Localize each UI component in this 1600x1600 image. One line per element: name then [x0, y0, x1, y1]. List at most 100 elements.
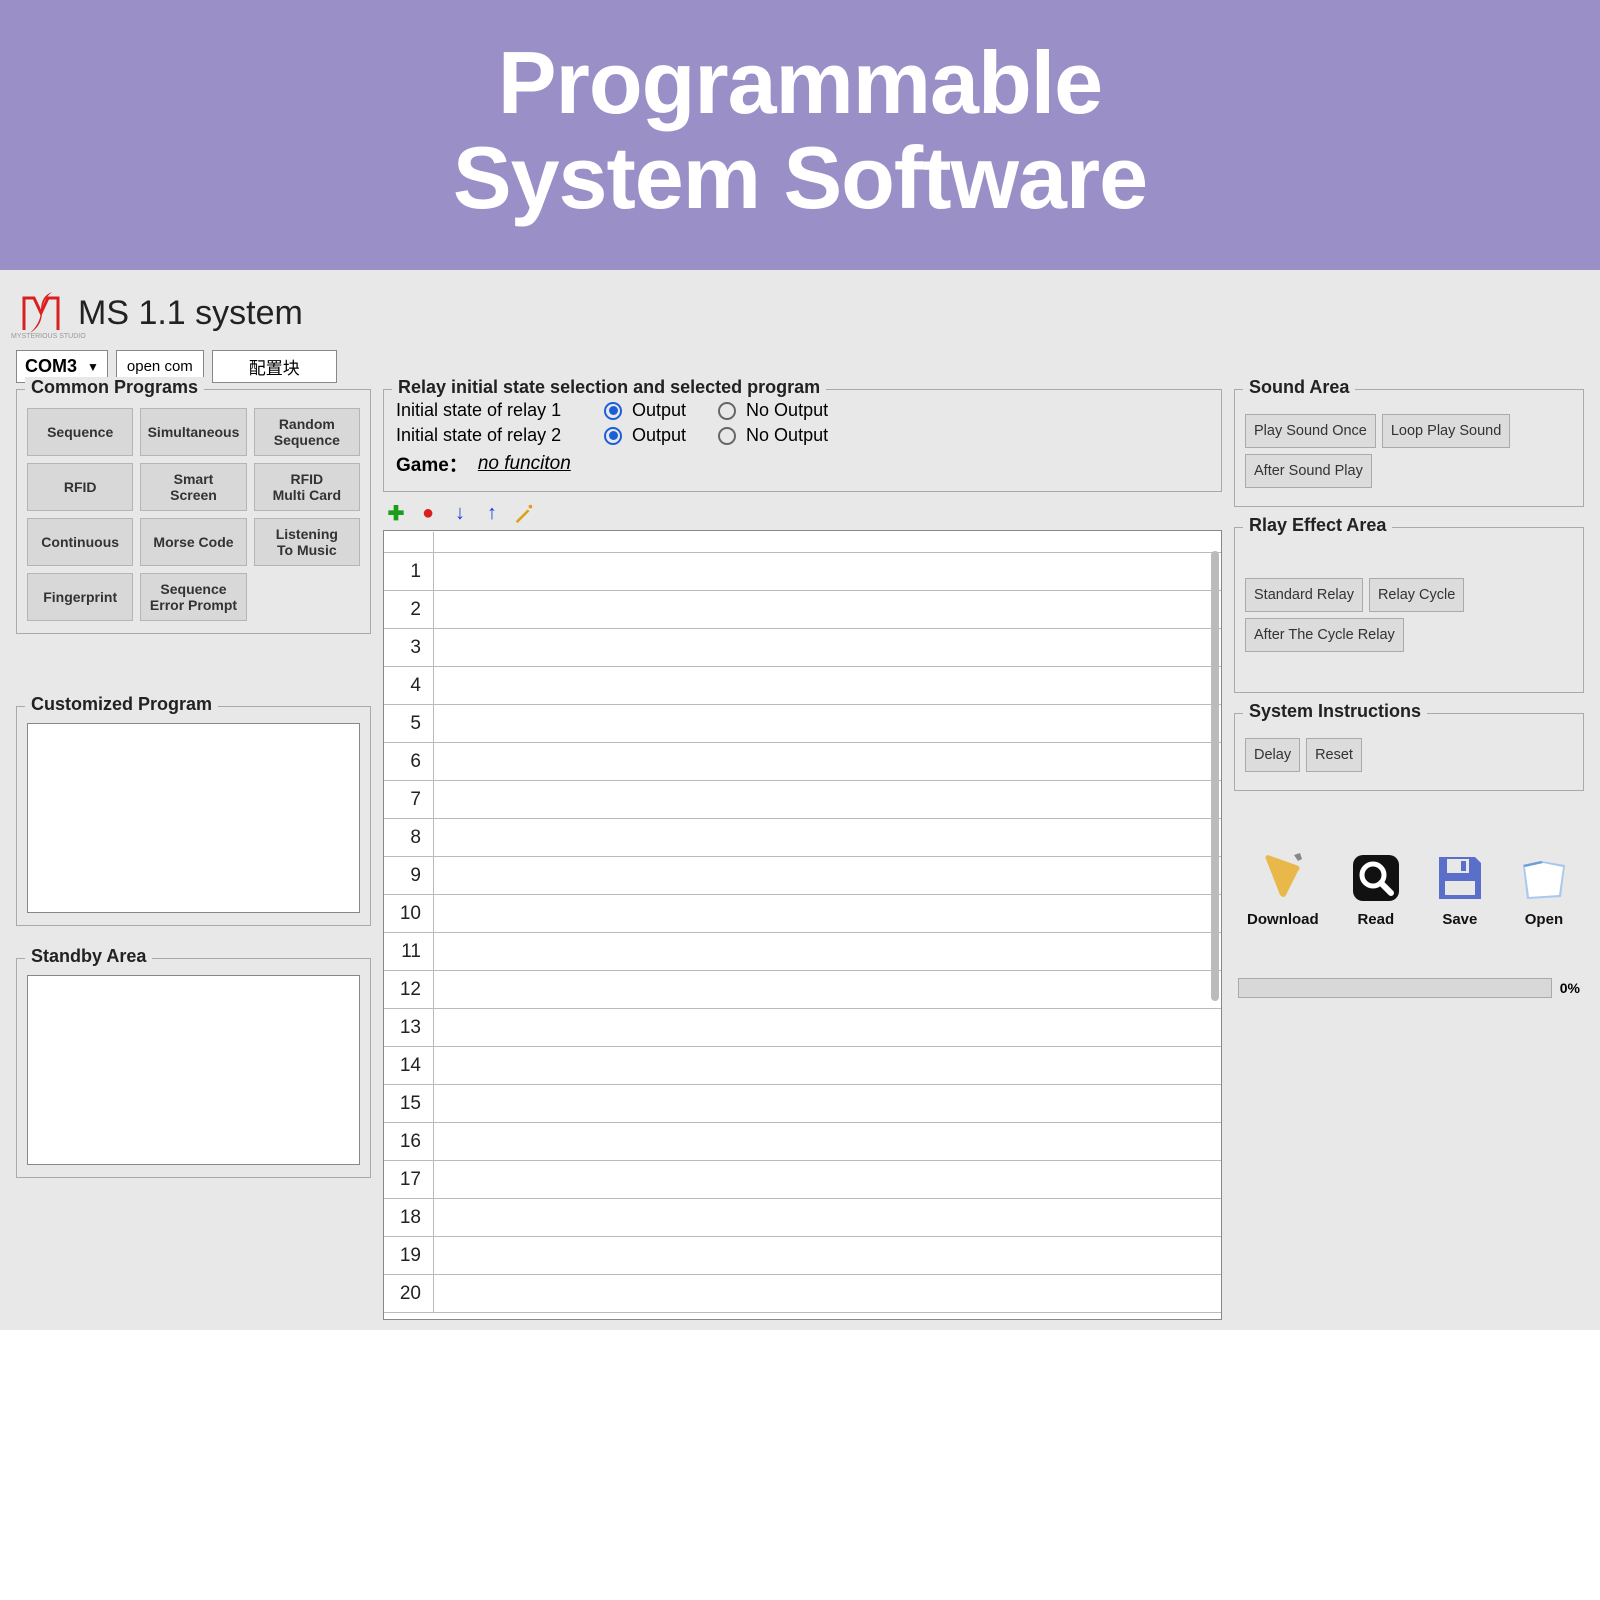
read-icon — [1349, 851, 1403, 905]
list-row[interactable]: 10 — [384, 895, 1221, 933]
program-morse-code[interactable]: Morse Code — [140, 518, 246, 566]
list-row[interactable]: 1 — [384, 553, 1221, 591]
list-row[interactable]: 15 — [384, 1085, 1221, 1123]
program-sequence[interactable]: Sequence — [27, 408, 133, 456]
row-number: 7 — [384, 781, 434, 818]
relay2-output-radio[interactable] — [604, 427, 622, 445]
relay1-output-text: Output — [632, 400, 686, 421]
banner-line1: Programmable — [498, 33, 1102, 132]
row-number: 11 — [384, 933, 434, 970]
move-down-icon[interactable]: ↓ — [449, 502, 471, 524]
list-row[interactable]: 9 — [384, 857, 1221, 895]
remove-icon[interactable]: ● — [417, 502, 439, 524]
list-row[interactable]: 3 — [384, 629, 1221, 667]
program-listening-to-music[interactable]: Listening To Music — [254, 518, 360, 566]
list-row[interactable]: 16 — [384, 1123, 1221, 1161]
config-block-button[interactable]: 配置块 — [212, 350, 337, 383]
program-fingerprint[interactable]: Fingerprint — [27, 573, 133, 621]
open-button[interactable]: Open — [1517, 851, 1571, 928]
list-row[interactable]: 20 — [384, 1275, 1221, 1313]
row-number: 13 — [384, 1009, 434, 1046]
program-smart-screen[interactable]: Smart Screen — [140, 463, 246, 511]
relay2-label: Initial state of relay 2 — [396, 425, 594, 446]
download-button[interactable]: Download — [1247, 851, 1319, 928]
save-icon — [1433, 851, 1487, 905]
game-label: Game： — [396, 450, 468, 477]
list-row[interactable]: 19 — [384, 1237, 1221, 1275]
loop-play-sound-button[interactable]: Loop Play Sound — [1382, 414, 1510, 448]
sound-area-title: Sound Area — [1243, 377, 1355, 398]
scrollbar[interactable] — [1211, 551, 1219, 1001]
banner-line2: System Software — [453, 128, 1147, 227]
app-logo: MYSTERIOUS STUDIO — [16, 288, 66, 338]
program-random-sequence[interactable]: Random Sequence — [254, 408, 360, 456]
row-number: 1 — [384, 553, 434, 590]
row-number: 6 — [384, 743, 434, 780]
list-row[interactable]: 11 — [384, 933, 1221, 971]
row-number: 20 — [384, 1275, 434, 1312]
add-icon[interactable]: ✚ — [385, 502, 407, 524]
row-number: 10 — [384, 895, 434, 932]
relay-panel-title: Relay initial state selection and select… — [392, 377, 826, 398]
row-number: 15 — [384, 1085, 434, 1122]
relay-effect-title: Rlay Effect Area — [1243, 515, 1392, 536]
relay-cycle-button[interactable]: Relay Cycle — [1369, 578, 1464, 612]
list-row[interactable]: 5 — [384, 705, 1221, 743]
download-icon — [1256, 851, 1310, 905]
row-number: 14 — [384, 1047, 434, 1084]
save-button[interactable]: Save — [1433, 851, 1487, 928]
after-sound-play-button[interactable]: After Sound Play — [1245, 454, 1372, 488]
row-number: 3 — [384, 629, 434, 666]
list-row[interactable]: 6 — [384, 743, 1221, 781]
list-row[interactable]: 4 — [384, 667, 1221, 705]
relay1-no-output-radio[interactable] — [718, 402, 736, 420]
list-row[interactable]: 18 — [384, 1199, 1221, 1237]
list-row[interactable]: 14 — [384, 1047, 1221, 1085]
relay2-output-text: Output — [632, 425, 686, 446]
row-number: 16 — [384, 1123, 434, 1160]
list-row[interactable]: 2 — [384, 591, 1221, 629]
customized-program-title: Customized Program — [25, 694, 218, 715]
program-simultaneous[interactable]: Simultaneous — [140, 408, 246, 456]
relay1-label: Initial state of relay 1 — [396, 400, 594, 421]
play-sound-once-button[interactable]: Play Sound Once — [1245, 414, 1376, 448]
common-programs-title: Common Programs — [25, 377, 204, 398]
standby-area-title: Standby Area — [25, 946, 152, 967]
relay2-no-output-text: No Output — [746, 425, 828, 446]
move-up-icon[interactable]: ↑ — [481, 502, 503, 524]
relay1-output-radio[interactable] — [604, 402, 622, 420]
program-continuous[interactable]: Continuous — [27, 518, 133, 566]
list-row[interactable]: 8 — [384, 819, 1221, 857]
customized-program-area[interactable] — [27, 723, 360, 913]
wand-icon[interactable] — [513, 502, 535, 524]
system-instructions-title: System Instructions — [1243, 701, 1427, 722]
progress-bar — [1238, 978, 1552, 998]
open-icon — [1517, 851, 1571, 905]
list-row[interactable]: 12 — [384, 971, 1221, 1009]
relay1-no-output-text: No Output — [746, 400, 828, 421]
row-number: 12 — [384, 971, 434, 1008]
delay-button[interactable]: Delay — [1245, 738, 1300, 772]
row-number: 8 — [384, 819, 434, 856]
row-number: 17 — [384, 1161, 434, 1198]
read-button[interactable]: Read — [1349, 851, 1403, 928]
program-list[interactable]: 1234567891011121314151617181920 — [383, 530, 1222, 1320]
after-cycle-relay-button[interactable]: After The Cycle Relay — [1245, 618, 1404, 652]
game-value: no funciton — [478, 453, 571, 475]
program-rfid-multi-card[interactable]: RFID Multi Card — [254, 463, 360, 511]
standard-relay-button[interactable]: Standard Relay — [1245, 578, 1363, 612]
reset-button[interactable]: Reset — [1306, 738, 1362, 772]
row-number: 19 — [384, 1237, 434, 1274]
list-row[interactable]: 17 — [384, 1161, 1221, 1199]
list-row[interactable]: 7 — [384, 781, 1221, 819]
app-title: MS 1.1 system — [78, 294, 303, 333]
row-number: 4 — [384, 667, 434, 704]
list-row[interactable]: 13 — [384, 1009, 1221, 1047]
row-number: 9 — [384, 857, 434, 894]
relay2-no-output-radio[interactable] — [718, 427, 736, 445]
progress-percent: 0% — [1560, 980, 1580, 996]
standby-area[interactable] — [27, 975, 360, 1165]
row-number: 18 — [384, 1199, 434, 1236]
program-rfid[interactable]: RFID — [27, 463, 133, 511]
program-sequence-error-prompt[interactable]: Sequence Error Prompt — [140, 573, 246, 621]
